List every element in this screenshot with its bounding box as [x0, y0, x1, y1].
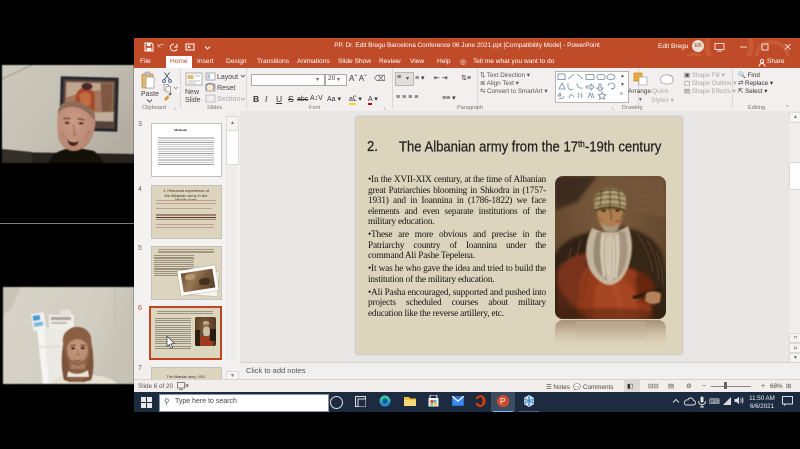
svg-text:Layout: Layout — [217, 74, 238, 81]
svg-text:Slide: Slide — [185, 97, 201, 104]
svg-text:Reset: Reset — [217, 85, 235, 92]
svg-text:New: New — [185, 89, 200, 96]
svg-text:Section: Section — [217, 96, 240, 103]
svg-text:P: P — [500, 397, 505, 406]
svg-text:Paste: Paste — [141, 91, 159, 98]
